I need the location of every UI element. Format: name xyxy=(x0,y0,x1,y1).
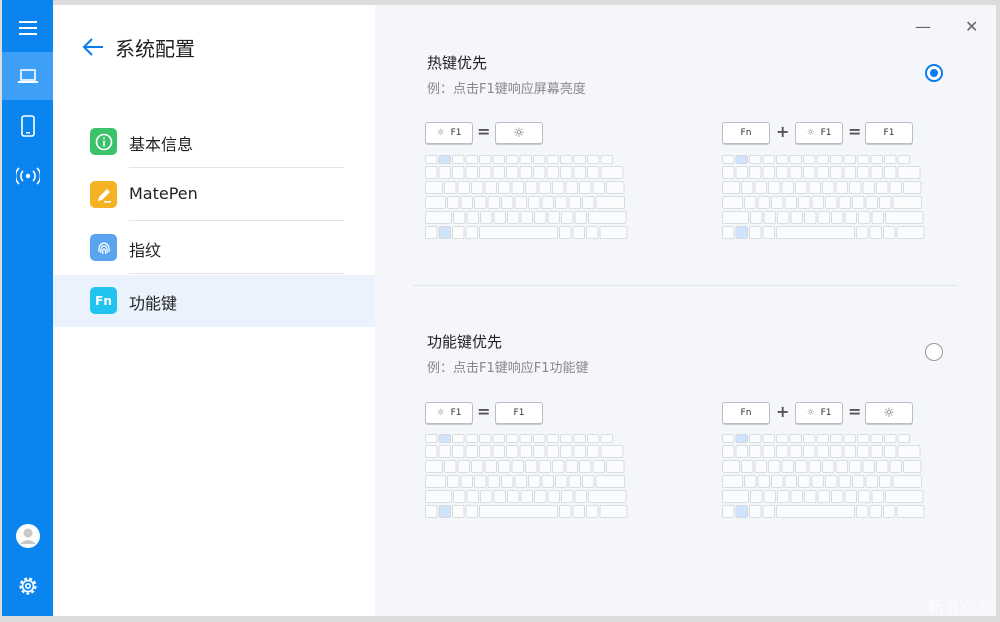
wireless-button[interactable] xyxy=(2,152,53,200)
sun-icon: ☼ xyxy=(806,408,815,418)
back-arrow-icon[interactable] xyxy=(81,37,105,57)
sidebar-item-matepen[interactable]: MatePen xyxy=(53,169,375,221)
fn-icon: Fn xyxy=(90,287,117,314)
brightness-icon: ☼ xyxy=(883,405,895,421)
sidebar-item-label: 功能键 xyxy=(129,294,178,313)
key-fn: Fn xyxy=(722,122,770,144)
menu-button[interactable] xyxy=(2,4,53,52)
key-f1: ☼ F1 xyxy=(795,402,843,424)
sidebar-item-label: 基本信息 xyxy=(129,135,194,154)
laptop-button[interactable] xyxy=(2,52,53,100)
keyboard-diagram xyxy=(722,434,925,518)
fingerprint-icon xyxy=(90,234,117,261)
sidebar-item-label: MatePen xyxy=(129,184,198,203)
minimize-button[interactable]: — xyxy=(915,17,931,36)
key-f1: ☼ F1 xyxy=(425,122,473,144)
key-brightness: ☼ xyxy=(865,402,913,424)
menu-icon xyxy=(18,21,37,35)
pen-icon xyxy=(90,181,117,208)
settings-icon xyxy=(18,577,37,595)
section-example: 例：点击F1键响应屏幕亮度 xyxy=(427,82,586,97)
sidebar-item-fingerprint[interactable]: 指纹 xyxy=(53,222,375,274)
equals-sign: = xyxy=(848,122,862,141)
brightness-icon: ☼ xyxy=(513,125,525,141)
equals-sign: = xyxy=(477,122,491,141)
plus-sign: + xyxy=(776,402,790,421)
key-brightness: ☼ xyxy=(495,122,543,144)
plus-sign: + xyxy=(776,122,790,141)
sun-icon: ☼ xyxy=(436,408,445,418)
sidebar: 系统配置 基本信息 MatePen 指纹 Fn 功能键 xyxy=(53,5,375,616)
sidebar-item-basic-info[interactable]: 基本信息 xyxy=(53,116,375,168)
account-button[interactable] xyxy=(2,512,53,560)
left-rail xyxy=(2,0,53,616)
sidebar-item-label: 指纹 xyxy=(129,241,162,260)
key-f1: ☼ F1 xyxy=(795,122,843,144)
key-f1-result: F1 xyxy=(495,402,543,424)
phone-icon xyxy=(20,115,35,137)
section-example: 例：点击F1键响应F1功能键 xyxy=(427,361,589,376)
sidebar-item-function-keys[interactable]: Fn 功能键 xyxy=(53,275,375,327)
keyboard-diagram xyxy=(425,155,628,239)
equals-sign: = xyxy=(477,402,491,421)
laptop-icon xyxy=(17,69,38,83)
section-title-hotkey-first: 热键优先 xyxy=(427,54,488,72)
sun-icon: ☼ xyxy=(806,128,815,138)
key-fn: Fn xyxy=(722,402,770,424)
equals-sign: = xyxy=(848,402,862,421)
wireless-icon xyxy=(15,167,40,185)
keyboard-diagram xyxy=(425,434,628,518)
settings-button[interactable] xyxy=(2,562,53,610)
content-panel: — ✕ 热键优先 例：点击F1键响应屏幕亮度 ☼ F1 = ☼ Fn + ☼ F1 … xyxy=(375,5,996,616)
divider xyxy=(129,167,344,168)
keyboard-diagram xyxy=(722,155,925,239)
phone-button[interactable] xyxy=(2,102,53,150)
info-icon xyxy=(90,128,117,155)
page-title: 系统配置 xyxy=(115,37,195,61)
radio-function-key-first[interactable] xyxy=(925,343,943,361)
section-divider xyxy=(413,285,958,286)
divider xyxy=(129,220,344,221)
sun-icon: ☼ xyxy=(436,128,445,138)
avatar xyxy=(15,524,40,548)
divider xyxy=(129,273,344,274)
key-f1-result: F1 xyxy=(865,122,913,144)
radio-hotkey-first[interactable] xyxy=(925,64,943,82)
key-f1: ☼ F1 xyxy=(425,402,473,424)
watermark: 新浪众测 xyxy=(927,598,992,617)
section-title-function-key-first: 功能键优先 xyxy=(427,333,503,351)
close-button[interactable]: ✕ xyxy=(965,17,978,36)
